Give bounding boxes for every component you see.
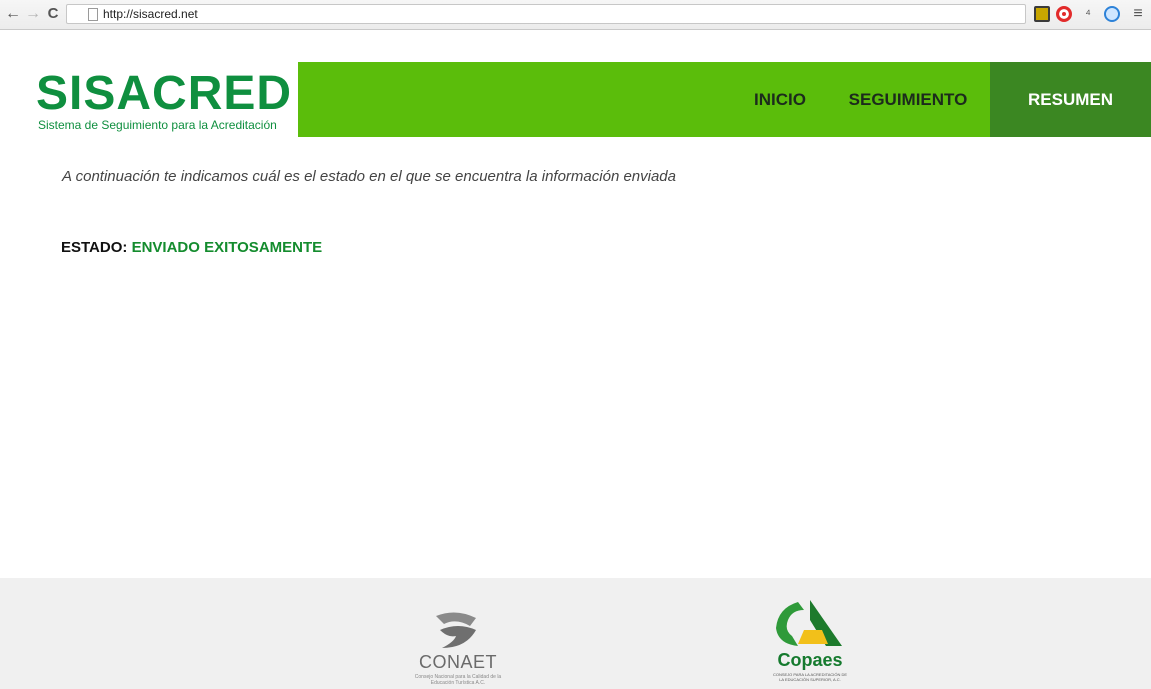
browser-menu-icon[interactable]: ≡: [1130, 6, 1146, 22]
conaet-name: CONAET: [418, 652, 497, 672]
url-text[interactable]: http://sisacred.net: [103, 7, 198, 22]
copaes-name: Copaes: [777, 650, 843, 670]
copaes-emblem-icon: [776, 600, 842, 646]
status-label: ESTADO:: [61, 239, 128, 256]
back-arrow-icon[interactable]: ←: [4, 5, 22, 23]
logo-subtitle: Sistema de Seguimiento para la Acreditac…: [38, 118, 277, 132]
extension-download-icon[interactable]: ⁴: [1080, 6, 1096, 22]
page-icon: [88, 8, 98, 21]
extension-checkbox-icon[interactable]: [1034, 6, 1050, 22]
extension-compass-icon[interactable]: [1104, 6, 1120, 22]
intro-text: A continuación te indicamos cuál es el e…: [62, 168, 676, 185]
conaet-subtitle: Consejo Nacional para la Calidad de la E…: [414, 674, 502, 686]
status-value: ENVIADO EXITOSAMENTE: [131, 239, 323, 256]
conaet-logo[interactable]: CONAET Consejo Nacional para la Calidad …: [406, 608, 510, 686]
logo-title: SISACRED: [36, 67, 293, 120]
nav-seguimiento[interactable]: SEGUIMIENTO: [838, 62, 978, 137]
nav-resumen-active[interactable]: RESUMEN: [990, 62, 1151, 137]
reload-icon[interactable]: C: [44, 5, 62, 23]
status-line: ESTADO: ENVIADO EXITOSAMENTE: [61, 239, 322, 257]
site-logo[interactable]: SISACRED Sistema de Seguimiento para la …: [36, 62, 298, 137]
nav-inicio[interactable]: INICIO: [744, 62, 816, 137]
conaet-emblem-icon: [436, 612, 476, 648]
footer: CONAET Consejo Nacional para la Calidad …: [0, 578, 1151, 689]
forward-arrow-icon[interactable]: →: [24, 5, 42, 23]
extension-stop-icon[interactable]: [1056, 6, 1072, 22]
main-nav: INICIO SEGUIMIENTO RESUMEN: [298, 62, 1151, 137]
address-bar[interactable]: http://sisacred.net: [66, 4, 1026, 24]
copaes-logo[interactable]: Copaes CONSEJO PARA LA ACREDITACIÓN DE L…: [770, 596, 850, 686]
browser-toolbar: ← → C http://sisacred.net ⁴ ≡: [0, 0, 1151, 30]
copaes-subtitle: CONSEJO PARA LA ACREDITACIÓN DE LA EDUCA…: [772, 672, 848, 682]
